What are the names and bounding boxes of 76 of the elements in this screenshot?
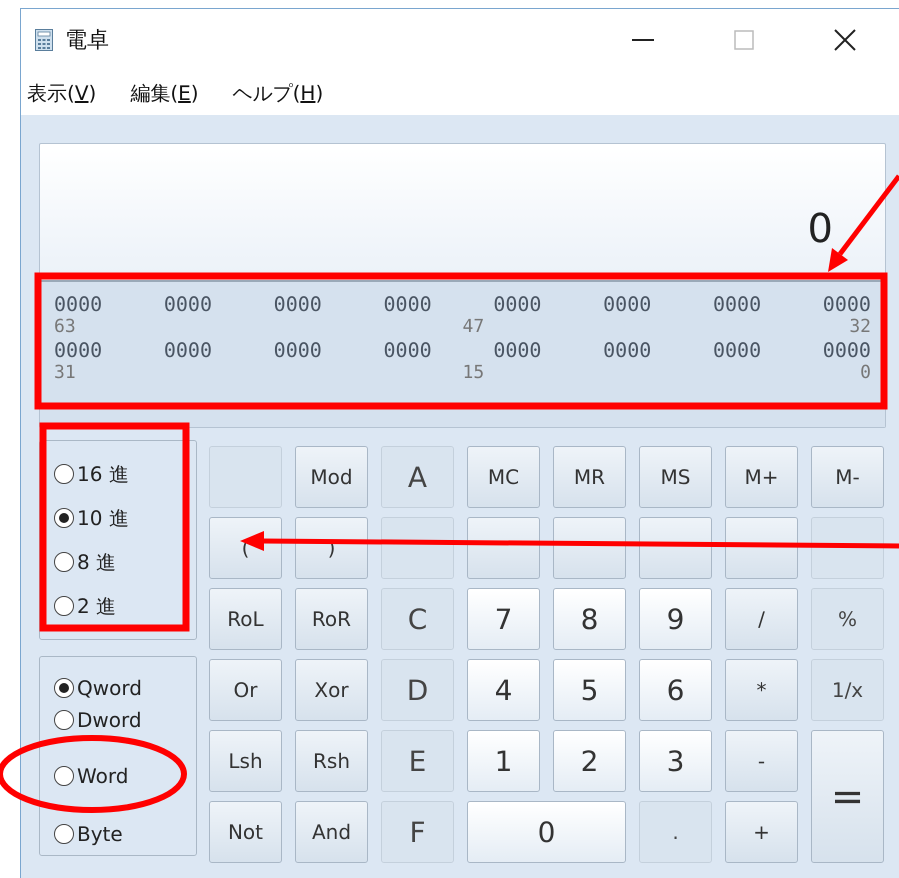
bit-position-label: 32	[848, 316, 871, 338]
radio-option[interactable]: 16 進	[54, 455, 196, 493]
bit-position-label: 63	[54, 316, 77, 338]
bit-group: 0000	[493, 338, 542, 362]
bit-position-label: 0	[859, 362, 871, 384]
calculator-key[interactable]: RoL	[209, 588, 282, 650]
calculator-key[interactable]: MS	[639, 446, 712, 508]
calculator-key[interactable]: 4	[467, 659, 540, 721]
blank-key[interactable]	[725, 517, 798, 579]
menu-item[interactable]: 編集(E)	[130, 80, 199, 106]
calculator-icon	[35, 29, 53, 51]
bit-group: 0000	[712, 338, 762, 362]
calculator-key[interactable]: 2	[553, 730, 626, 792]
bit-position-label: 47	[462, 316, 486, 338]
bit-group: 0000	[493, 292, 542, 316]
bit-group: 0000	[603, 292, 652, 316]
radio-button[interactable]	[54, 710, 74, 730]
calculator-key[interactable]: 3	[639, 730, 712, 792]
radio-option[interactable]: Byte	[54, 815, 196, 853]
radio-button[interactable]	[54, 552, 74, 572]
bit-group: 0000	[383, 292, 432, 316]
calculator-key[interactable]: 0	[467, 801, 626, 863]
bit-group: 0000	[822, 292, 871, 316]
calculator-key[interactable]: 1	[467, 730, 540, 792]
bit-group: 0000	[274, 338, 322, 362]
bit-group: 0000	[603, 338, 652, 362]
radio-button[interactable]	[54, 766, 74, 786]
calculator-key[interactable]: 7	[467, 588, 540, 650]
calculator-key[interactable]: *	[725, 659, 798, 721]
calculator-key[interactable]: Lsh	[209, 730, 282, 792]
calculator-key[interactable]: 9	[639, 588, 712, 650]
calculator-key[interactable]: Xor	[295, 659, 368, 721]
bit-position-label: 15	[462, 362, 486, 384]
calculator-key[interactable]: /	[725, 588, 798, 650]
bit-position-label: 31	[54, 362, 77, 384]
radio-button[interactable]	[54, 464, 74, 484]
calculator-key[interactable]: MC	[467, 446, 540, 508]
bit-group: 0000	[54, 292, 102, 316]
calculator-key[interactable]: Mod	[295, 446, 368, 508]
calculator-key[interactable]: =	[811, 730, 884, 863]
calculator-key[interactable]: And	[295, 801, 368, 863]
radio-button[interactable]	[54, 824, 74, 844]
bit-group: 0000	[383, 338, 432, 362]
radio-button[interactable]	[54, 596, 74, 616]
radio-option[interactable]: Word	[54, 757, 196, 795]
bit-group: 0000	[164, 292, 212, 316]
calculator-key[interactable]: Not	[209, 801, 282, 863]
window-title: 電卓	[65, 27, 109, 55]
calculator-key[interactable]: RoR	[295, 588, 368, 650]
radio-option[interactable]: 8 進	[54, 543, 196, 581]
menu-item[interactable]: ヘルプ(H)	[232, 80, 324, 106]
radio-option[interactable]: 10 進	[54, 499, 196, 537]
radio-button[interactable]	[54, 678, 74, 698]
calculator-key[interactable]: 8	[553, 588, 626, 650]
close-icon[interactable]	[834, 29, 856, 51]
blank-key[interactable]	[639, 517, 712, 579]
calculator-key[interactable]: Or	[209, 659, 282, 721]
calculator-key[interactable]: -	[725, 730, 798, 792]
calculator-key[interactable]: 5	[553, 659, 626, 721]
display-value: 0	[808, 206, 833, 252]
calculator-key[interactable]: +	[725, 801, 798, 863]
calculator-key[interactable]: MR	[553, 446, 626, 508]
blank-key[interactable]	[467, 517, 540, 579]
bit-group: 0000	[274, 292, 322, 316]
calculator-key[interactable]: 6	[639, 659, 712, 721]
blank-key[interactable]	[553, 517, 626, 579]
calculator-key[interactable]: M+	[725, 446, 798, 508]
calculator-key[interactable]: Rsh	[295, 730, 368, 792]
bit-group: 0000	[712, 292, 762, 316]
bit-group: 0000	[54, 338, 102, 362]
bit-group: 0000	[822, 338, 871, 362]
radio-option[interactable]: 2 進	[54, 587, 196, 625]
calculator-key[interactable]: M-	[811, 446, 884, 508]
bit-group: 0000	[164, 338, 212, 362]
menu-item[interactable]: 表示(V)	[27, 80, 96, 106]
radio-button[interactable]	[54, 508, 74, 528]
